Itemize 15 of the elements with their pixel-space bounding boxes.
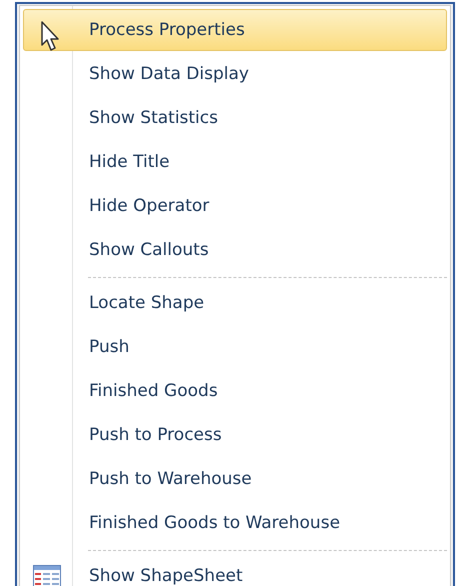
cursor-icon [41, 21, 61, 53]
menu-item[interactable]: Locate Shape [23, 282, 447, 324]
menu-item[interactable]: Push to Process [23, 414, 447, 456]
menu-item[interactable]: Show Callouts [23, 229, 447, 271]
table-icon [33, 565, 61, 586]
menu-item[interactable]: Hide Operator [23, 185, 447, 227]
menu-item[interactable]: Push to Warehouse [23, 458, 447, 500]
menu-item[interactable]: Push [23, 326, 447, 368]
menu-item[interactable]: Finished Goods [23, 370, 447, 412]
menu-item[interactable]: Hide Title [23, 141, 447, 183]
menu-item[interactable]: Show Data Display [23, 53, 447, 95]
menu-item[interactable]: Process Properties [23, 9, 447, 51]
menu-item[interactable]: Show Statistics [23, 97, 447, 139]
menu-item[interactable]: Show ShapeSheet [23, 555, 447, 586]
menu-item[interactable]: Finished Goods to Warehouse [23, 502, 447, 544]
